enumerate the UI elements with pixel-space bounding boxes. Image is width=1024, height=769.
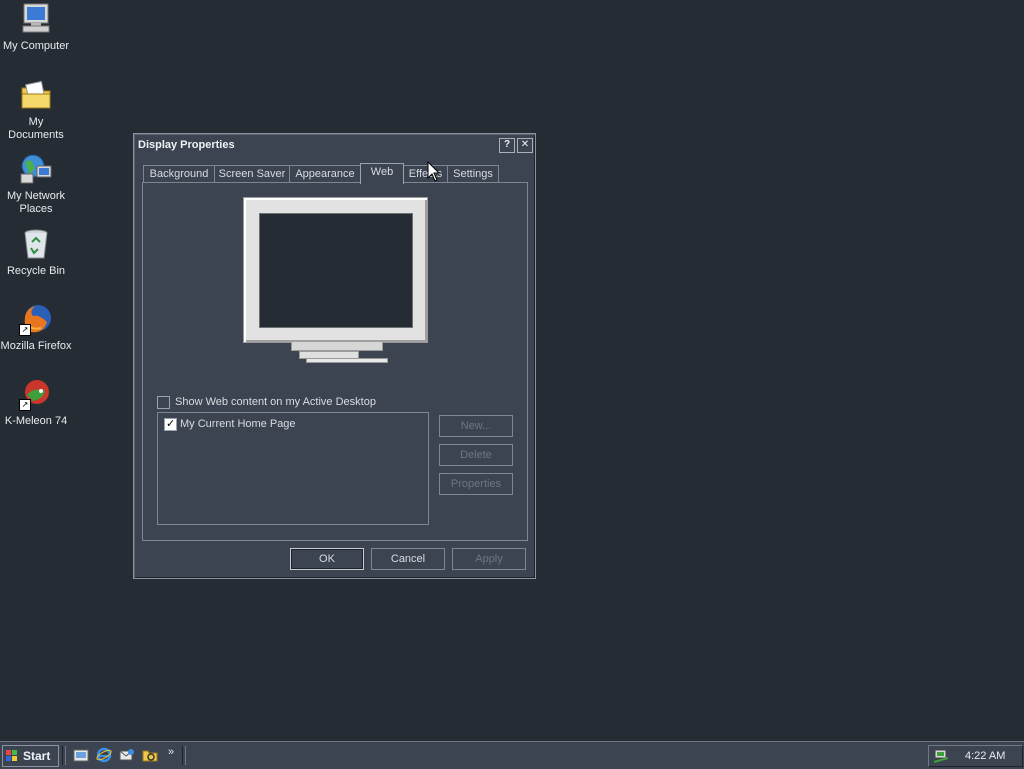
desktop-icon-firefox[interactable]: ↗ Mozilla Firefox xyxy=(0,302,72,353)
monitor-preview-screen xyxy=(259,213,413,328)
cancel-button[interactable]: Cancel xyxy=(371,548,445,570)
outlook-express-icon[interactable] xyxy=(119,747,135,763)
desktop-icon-my-computer[interactable]: My Computer xyxy=(0,2,72,53)
desktop-icon-label: Recycle Bin xyxy=(6,265,66,277)
home-page-checkbox[interactable]: ✓ xyxy=(164,418,177,431)
web-items-list[interactable]: ✓ My Current Home Page xyxy=(157,412,429,525)
ok-button[interactable]: OK xyxy=(290,548,364,570)
display-properties-dialog: Display Properties ? ✕ Background Screen… xyxy=(133,133,536,579)
tab-effects[interactable]: Effects xyxy=(403,165,448,183)
desktop-icon-recycle-bin[interactable]: Recycle Bin xyxy=(0,227,72,278)
system-tray: 4:22 AM xyxy=(928,745,1023,767)
delete-button[interactable]: Delete xyxy=(439,444,513,466)
mouse-pointer-icon xyxy=(427,161,441,182)
start-label: Start xyxy=(23,749,51,763)
desktop-icon-label: K-Meleon 74 xyxy=(4,415,68,427)
title-bar[interactable]: Display Properties ? ✕ xyxy=(136,136,533,155)
desktop-icon-label: My Documents xyxy=(8,116,64,141)
my-computer-icon xyxy=(19,2,53,36)
my-documents-icon xyxy=(19,78,53,112)
new-button[interactable]: New... xyxy=(439,415,513,437)
shortcut-arrow-icon: ↗ xyxy=(19,399,31,411)
apply-button[interactable]: Apply xyxy=(452,548,526,570)
start-button[interactable]: Start xyxy=(2,745,59,767)
list-item-label: My Current Home Page xyxy=(180,418,296,430)
internet-explorer-icon[interactable] xyxy=(96,747,112,763)
show-desktop-icon[interactable] xyxy=(73,747,89,763)
taskbar-separator xyxy=(182,746,186,765)
network-status-icon[interactable] xyxy=(933,748,949,764)
desktop-icon-my-documents[interactable]: My Documents xyxy=(0,78,72,142)
web-tab-panel: Show Web content on my Active Desktop ✓ … xyxy=(142,182,528,541)
recycle-bin-icon xyxy=(19,227,53,261)
tab-screen-saver[interactable]: Screen Saver xyxy=(214,165,290,183)
tab-appearance[interactable]: Appearance xyxy=(289,165,361,183)
close-button[interactable]: ✕ xyxy=(517,138,533,153)
taskbar-separator xyxy=(62,746,66,765)
desktop-icon-label: Mozilla Firefox xyxy=(0,340,72,352)
k-meleon-icon: ↗ xyxy=(19,377,53,411)
monitor-stand xyxy=(291,342,383,351)
desktop-icon-label: My Computer xyxy=(2,40,70,52)
taskbar: Start » 4:22 AM xyxy=(0,741,1024,769)
clock[interactable]: 4:22 AM xyxy=(965,750,1005,762)
quick-launch-overflow-button[interactable]: » xyxy=(168,746,174,758)
firefox-icon: ↗ xyxy=(19,302,53,336)
desktop-icon-label: My Network Places xyxy=(6,190,66,215)
windows-explorer-icon[interactable] xyxy=(142,747,158,763)
network-places-icon xyxy=(19,152,53,186)
desktop: My Computer My Documents My Network Plac… xyxy=(0,0,1024,740)
desktop-icon-network-places[interactable]: My Network Places xyxy=(0,152,72,216)
monitor-preview xyxy=(243,197,428,343)
check-mark-icon: ✓ xyxy=(166,418,176,430)
windows-flag-icon xyxy=(6,750,17,761)
dialog-title: Display Properties xyxy=(138,139,235,151)
show-web-content-checkbox[interactable] xyxy=(157,396,170,409)
monitor-base xyxy=(306,358,388,363)
tab-settings[interactable]: Settings xyxy=(447,165,499,183)
show-web-content-label: Show Web content on my Active Desktop xyxy=(175,396,376,408)
properties-button[interactable]: Properties xyxy=(439,473,513,495)
desktop-icon-k-meleon[interactable]: ↗ K-Meleon 74 xyxy=(0,377,72,428)
tab-background[interactable]: Background xyxy=(143,165,215,183)
shortcut-arrow-icon: ↗ xyxy=(19,324,31,336)
tab-web[interactable]: Web xyxy=(360,163,404,184)
help-button[interactable]: ? xyxy=(499,138,515,153)
